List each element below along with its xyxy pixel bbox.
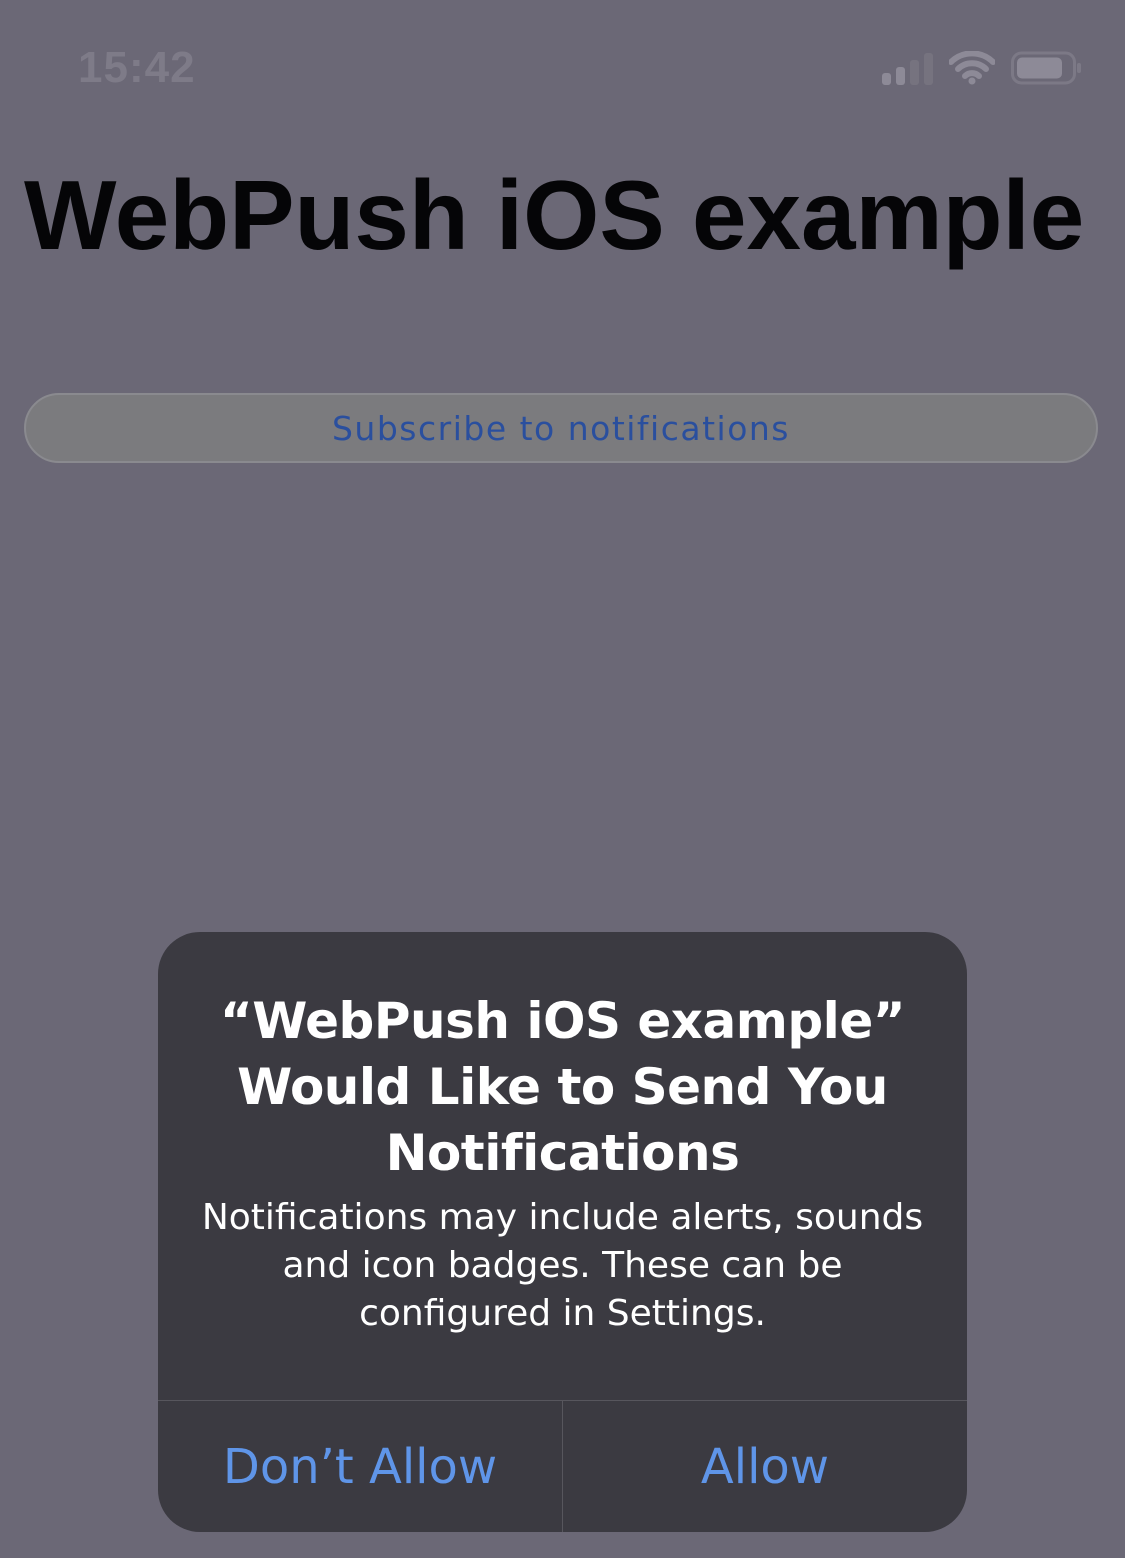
status-time: 15:42: [78, 43, 196, 92]
status-icons: [882, 46, 1083, 90]
battery-icon: [1011, 51, 1083, 85]
dont-allow-button[interactable]: Don’t Allow: [158, 1401, 562, 1532]
subscribe-button[interactable]: Subscribe to notifications: [24, 393, 1098, 463]
alert-message: Notifications may include alerts, sounds…: [201, 1197, 924, 1334]
wifi-icon: [949, 51, 995, 85]
page-title: WebPush iOS example: [24, 160, 1085, 270]
notification-permission-alert: “WebPush iOS example” Would Like to Send…: [158, 932, 967, 1532]
signal-icon: [882, 51, 933, 85]
alert-actions: Don’t Allow Allow: [158, 1400, 967, 1532]
alert-title: “WebPush iOS example” Would Like to Send…: [219, 992, 906, 1182]
allow-button[interactable]: Allow: [562, 1401, 967, 1532]
